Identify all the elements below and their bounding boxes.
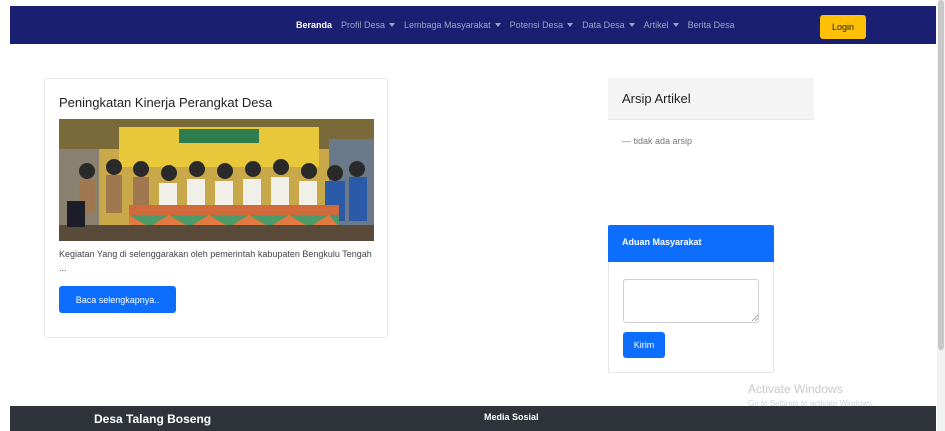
article-excerpt: Kegiatan Yang di selenggarakan oleh peme… xyxy=(59,249,372,273)
resize-grip-icon[interactable] xyxy=(752,315,758,321)
page: Beranda Profil Desa Lembaga Masyarakat Pote… xyxy=(0,0,945,431)
nav-item-profil-desa[interactable]: Profil Desa xyxy=(341,20,396,30)
navbar: Beranda Profil Desa Lembaga Masyarakat Pote… xyxy=(10,6,936,44)
caret-down-icon xyxy=(672,23,679,27)
watermark-title: Activate Windows xyxy=(748,382,843,396)
nav-item-label: Lembaga Masyarakat xyxy=(404,20,491,30)
login-button[interactable]: Login xyxy=(820,15,866,39)
nav-item-label: Data Desa xyxy=(582,20,625,30)
caret-down-icon xyxy=(389,23,396,27)
footer-title: Desa Talang Boseng xyxy=(94,412,212,426)
read-more-button[interactable]: Baca selengkapnya.. xyxy=(59,286,176,313)
activate-windows-watermark: Activate Windows Go to Settings to activ… xyxy=(748,382,874,408)
caret-down-icon xyxy=(494,23,501,27)
footer-social-heading: Media Sosial xyxy=(484,412,539,422)
article-title[interactable]: Peningkatan Kinerja Perangkat Desa xyxy=(59,95,272,110)
scrollbar[interactable] xyxy=(937,0,945,431)
article-image[interactable] xyxy=(59,119,374,241)
nav-item-label: Profil Desa xyxy=(341,20,386,30)
archive-header: Arsip Artikel xyxy=(608,78,814,120)
complaint-textarea[interactable] xyxy=(623,279,759,323)
nav-item-artikel[interactable]: Artikel xyxy=(644,20,679,30)
complaint-title: Aduan Masyarakat xyxy=(622,237,702,247)
archive-widget: Arsip Artikel — tidak ada arsip xyxy=(608,78,814,178)
nav-item-data-desa[interactable]: Data Desa xyxy=(582,20,635,30)
caret-down-icon xyxy=(567,23,574,27)
nav-item-label: Potensi Desa xyxy=(509,20,564,30)
article-card: Peningkatan Kinerja Perangkat Desa Kegia… xyxy=(44,78,388,338)
nav-menu: Beranda Profil Desa Lembaga Masyarakat Pote… xyxy=(296,6,744,44)
nav-item-label: Beranda xyxy=(296,20,333,30)
scrollbar-thumb[interactable] xyxy=(938,0,944,350)
nav-item-potensi-desa[interactable]: Potensi Desa xyxy=(510,20,574,30)
caret-down-icon xyxy=(628,23,635,27)
nav-item-beranda[interactable]: Beranda xyxy=(296,20,332,30)
group-photo-illustration xyxy=(59,119,374,241)
nav-item-label: Artikel xyxy=(643,20,669,30)
nav-item-label: Berita Desa xyxy=(687,20,735,30)
complaint-widget: Aduan Masyarakat Kirim xyxy=(608,225,774,373)
nav-item-lembaga-masyarakat[interactable]: Lembaga Masyarakat xyxy=(404,20,501,30)
footer: Desa Talang Boseng Media Sosial xyxy=(10,406,936,431)
archive-title: Arsip Artikel xyxy=(622,91,691,106)
nav-item-berita-desa[interactable]: Berita Desa xyxy=(688,20,735,30)
submit-button[interactable]: Kirim xyxy=(623,332,665,358)
complaint-header: Aduan Masyarakat xyxy=(608,225,774,262)
archive-empty-text: — tidak ada arsip xyxy=(622,136,693,146)
